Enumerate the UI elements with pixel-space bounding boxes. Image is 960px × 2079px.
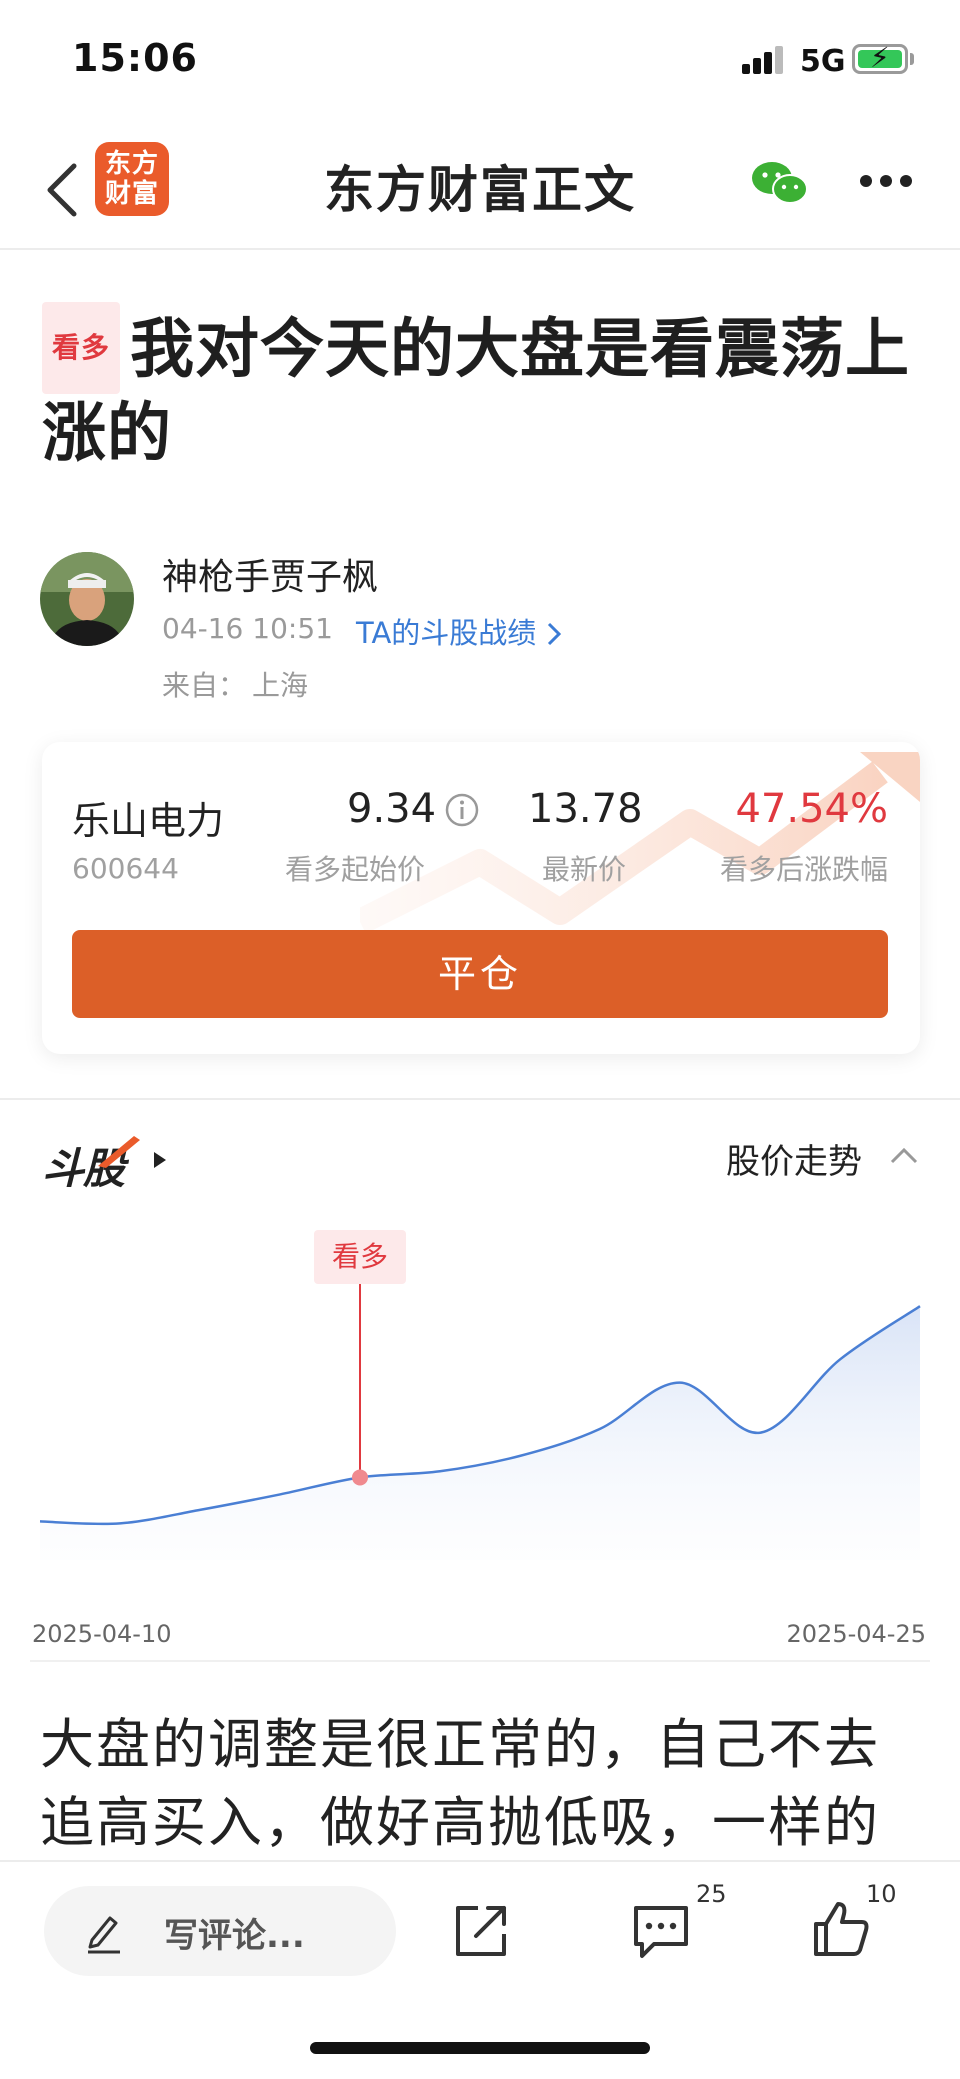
chevron-right-icon xyxy=(547,622,561,646)
avatar[interactable] xyxy=(40,552,134,646)
from-value: 上海 xyxy=(252,669,309,702)
from-label: 来自： xyxy=(162,669,247,702)
like-icon[interactable] xyxy=(810,1898,872,1960)
wechat-icon[interactable] xyxy=(750,158,810,208)
share-icon[interactable] xyxy=(452,1902,510,1960)
latest-price: 13.78 xyxy=(528,786,643,832)
nav-title: 东方财富正文 xyxy=(324,161,636,219)
chevron-up-icon[interactable] xyxy=(888,1144,920,1168)
status-time: 15:06 xyxy=(72,36,198,80)
marker-point xyxy=(352,1469,368,1486)
change-percent: 47.54% xyxy=(735,786,888,832)
stock-code: 600644 xyxy=(72,852,179,885)
price-area-fill xyxy=(40,1306,920,1560)
post-time: 04-16 10:51 xyxy=(162,612,333,645)
network-type: 5G xyxy=(800,44,846,79)
bottom-toolbar: 写评论... 25 10 xyxy=(0,1860,960,2079)
comment-placeholder: 写评论... xyxy=(164,1916,305,1956)
comment-count: 25 xyxy=(696,1880,727,1908)
stock-name[interactable]: 乐山电力 xyxy=(72,790,224,845)
bullish-marker-label: 看多 xyxy=(314,1230,406,1284)
play-icon[interactable] xyxy=(152,1150,168,1170)
like-count: 10 xyxy=(866,1880,897,1908)
section-divider xyxy=(0,1098,960,1100)
article-title-block: 看多 我对今天的大盘是看震荡上涨的 xyxy=(42,302,922,474)
chart-start-date: 2025-04-10 xyxy=(32,1620,172,1648)
bullish-tag: 看多 xyxy=(42,302,121,394)
battery-tip xyxy=(910,53,914,65)
change-percent-label: 看多后涨跌幅 xyxy=(719,853,888,886)
article-body: 大盘的调整是很正常的，自己不去追高买入，做好高抛低吸，一样的 xyxy=(40,1713,880,1854)
chart-divider xyxy=(30,1660,930,1662)
price-trend-label[interactable]: 股价走势 xyxy=(726,1134,862,1183)
stock-card[interactable]: 乐山电力 600644 9.34 看多起始价 13.78 最新价 47.54% … xyxy=(42,742,920,1054)
signal-icon xyxy=(742,44,786,74)
dougu-logo-mark xyxy=(98,1136,140,1168)
record-link-label: TA的斗股战绩 xyxy=(356,616,537,650)
comment-input[interactable]: 写评论... xyxy=(44,1886,396,1976)
latest-price-label: 最新价 xyxy=(542,853,627,886)
start-price: 9.34 xyxy=(347,786,437,832)
chart-end-date: 2025-04-25 xyxy=(786,1620,926,1648)
article-title: 看多 我对今天的大盘是看震荡上涨的 xyxy=(42,302,922,474)
more-icon[interactable] xyxy=(860,175,912,189)
article-title-text: 我对今天的大盘是看震荡上涨的 xyxy=(42,313,911,471)
battery-icon: ⚡ xyxy=(852,44,908,74)
card-background-arrow xyxy=(360,752,920,934)
info-icon[interactable] xyxy=(444,792,480,828)
price-chart xyxy=(39,1282,921,1560)
status-bar: 15:06 5G ⚡ xyxy=(0,0,960,120)
nav-bar: 东方财富 东方财富正文 xyxy=(0,120,960,250)
home-indicator xyxy=(310,2042,650,2054)
close-position-button[interactable]: 平仓 xyxy=(72,930,888,1018)
record-link[interactable]: TA的斗股战绩 xyxy=(356,610,562,652)
start-price-label: 看多起始价 xyxy=(285,853,426,886)
comments-icon[interactable] xyxy=(630,1902,692,1960)
pen-icon xyxy=(88,1916,120,1954)
author-name[interactable]: 神枪手贾子枫 xyxy=(162,548,378,600)
